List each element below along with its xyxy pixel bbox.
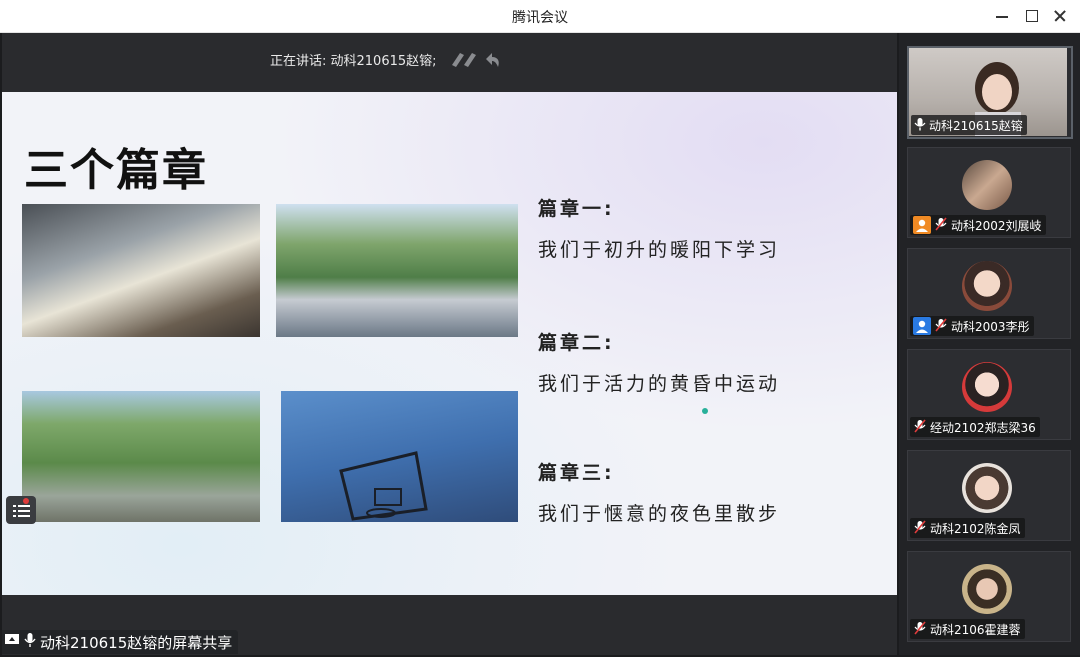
- chapter-text: 我们于初升的暖阳下学习: [538, 239, 781, 261]
- participant-tile[interactable]: 动科2002刘展岐: [907, 147, 1071, 238]
- participant-tile[interactable]: 经动2102郑志梁36: [907, 349, 1071, 440]
- participant-name: 动科2003李彤: [951, 319, 1030, 334]
- participant-name-tag: 动科2102陈金凤: [910, 518, 1025, 538]
- participant-name-tag: 动科210615赵镕: [911, 115, 1027, 135]
- minimize-icon[interactable]: [991, 6, 1013, 26]
- screen-share-icon: [4, 633, 20, 651]
- participant-name: 动科2002刘展岐: [951, 218, 1042, 233]
- participant-tile[interactable]: 动科210615赵镕: [907, 46, 1073, 139]
- photo-basketball-hoop: [281, 391, 518, 522]
- photo-tree-path: [22, 391, 260, 522]
- photo-study-room: [22, 204, 260, 337]
- mic-icon: [24, 632, 36, 652]
- mic-muted-icon: [913, 620, 927, 638]
- participant-name: 经动2102郑志梁36: [930, 420, 1036, 435]
- chapter-text: 我们于惬意的夜色里散步: [538, 503, 781, 525]
- chapter-heading: 篇章三:: [538, 462, 615, 484]
- photo-sports-ground: [276, 204, 518, 337]
- mouse-cursor: [702, 408, 708, 414]
- participant-panel: 动科210615赵镕 动科2002刘展岐 动科2003李彤 经动2102郑志梁3…: [899, 33, 1080, 655]
- chapter-2: 篇章二: 我们于活力的黄昏中运动: [538, 328, 780, 396]
- participant-name-tag: 动科2003李彤: [910, 316, 1034, 336]
- participant-name-tag: 动科2106霍建蓉: [910, 619, 1025, 639]
- chapter-3: 篇章三: 我们于惬意的夜色里散步: [538, 458, 780, 526]
- chapter-heading: 篇章二:: [538, 332, 615, 354]
- mic-muted-icon: [913, 418, 927, 436]
- screen-share-owner: 动科210615赵镕的屏幕共享: [40, 633, 233, 652]
- screen-share-label: 动科210615赵镕的屏幕共享: [2, 630, 239, 654]
- participant-name-tag: 经动2102郑志梁36: [910, 417, 1040, 437]
- slide-title: 三个篇章: [24, 145, 208, 196]
- participant-tile[interactable]: 动科2003李彤: [907, 248, 1071, 339]
- avatar: [962, 362, 1012, 412]
- chapter-heading: 篇章一:: [538, 198, 615, 220]
- participant-name-tag: 动科2002刘展岐: [910, 215, 1046, 235]
- avatar: [962, 564, 1012, 614]
- participant-tile[interactable]: 动科2106霍建蓉: [907, 551, 1071, 642]
- user-icon: [913, 216, 931, 234]
- avatar: [962, 261, 1012, 311]
- mic-muted-icon: [934, 317, 948, 335]
- user-icon: [913, 317, 931, 335]
- mic-muted-icon: [913, 519, 927, 537]
- presentation-slide: 三个篇章 篇章一: 我们于初升的暖阳下学习 篇章二: 我们于活力的黄昏中运动 篇…: [2, 92, 897, 595]
- avatar: [962, 160, 1012, 210]
- window-title: 腾讯会议: [512, 10, 568, 26]
- maximize-icon[interactable]: [1021, 6, 1043, 26]
- speaking-indicator: 正在讲话: 动科210615赵镕;: [270, 54, 437, 69]
- chapter-1: 篇章一: 我们于初升的暖阳下学习: [538, 194, 780, 262]
- title-bar: 腾讯会议: [0, 0, 1080, 33]
- participant-tile[interactable]: 动科2102陈金凤: [907, 450, 1071, 541]
- participant-name: 动科210615赵镕: [929, 118, 1023, 133]
- participant-name: 动科2102陈金凤: [930, 521, 1021, 536]
- mic-muted-icon: [934, 216, 948, 234]
- annotation-tools[interactable]: [450, 49, 502, 71]
- close-icon[interactable]: [1049, 6, 1071, 26]
- mic-icon: [914, 117, 926, 134]
- participant-name: 动科2106霍建蓉: [930, 622, 1021, 637]
- list-icon[interactable]: [6, 496, 36, 524]
- chapter-text: 我们于活力的黄昏中运动: [538, 373, 781, 395]
- avatar: [962, 463, 1012, 513]
